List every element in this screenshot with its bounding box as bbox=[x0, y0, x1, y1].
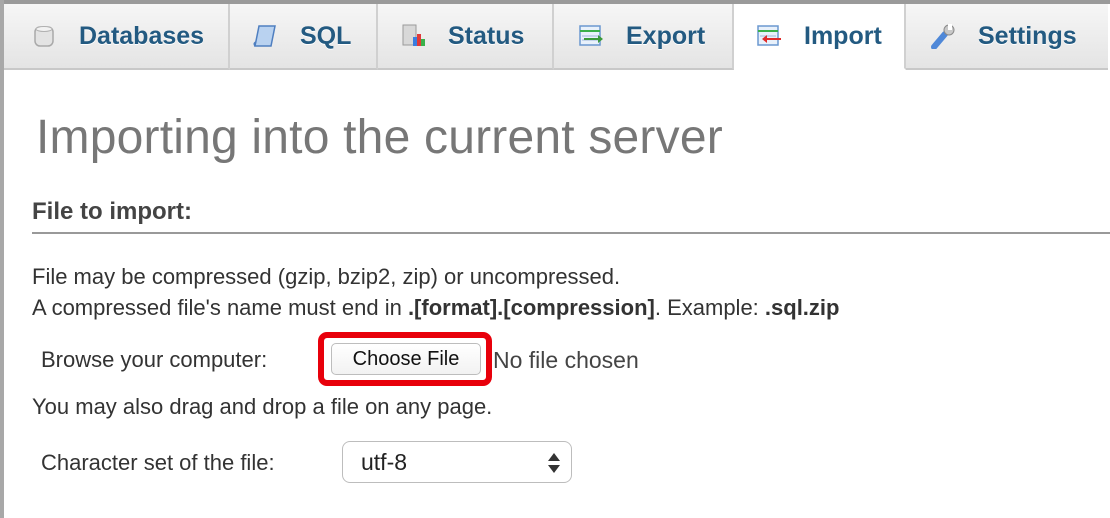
charset-select[interactable]: utf-8 bbox=[342, 441, 572, 483]
tab-sql[interactable]: SQL bbox=[230, 4, 378, 70]
format-prefix: A compressed file's name must end in bbox=[32, 295, 408, 320]
compression-format-info: A compressed file's name must end in .[f… bbox=[32, 295, 839, 321]
example-prefix: . Example: bbox=[654, 295, 765, 320]
export-icon bbox=[578, 23, 604, 49]
tab-databases[interactable]: Databases bbox=[4, 4, 230, 70]
tab-label: Status bbox=[448, 21, 525, 50]
left-border bbox=[0, 0, 4, 518]
compression-info: File may be compressed (gzip, bzip2, zip… bbox=[32, 264, 621, 289]
tab-import[interactable]: Import bbox=[734, 4, 906, 70]
format-pattern: .[format].[compression] bbox=[407, 295, 655, 320]
import-icon bbox=[756, 23, 782, 49]
browse-label: Browse your computer: bbox=[41, 347, 268, 372]
database-icon bbox=[31, 23, 57, 49]
example-value: .sql.zip bbox=[764, 295, 840, 320]
top-menu-tabs: Databases SQL Status Export Import Setti… bbox=[4, 4, 1110, 70]
tab-label: Export bbox=[626, 21, 706, 50]
tab-label: Databases bbox=[79, 21, 205, 50]
drag-drop-hint: You may also drag and drop a file on any… bbox=[32, 394, 493, 419]
tab-label: Import bbox=[804, 21, 882, 50]
file-to-import-section: File to import: bbox=[32, 198, 1110, 234]
wrench-icon bbox=[930, 23, 956, 50]
select-arrows-icon bbox=[547, 451, 561, 475]
section-legend: File to import: bbox=[32, 198, 1110, 234]
tab-status[interactable]: Status bbox=[378, 4, 554, 70]
file-status: No file chosen bbox=[493, 347, 639, 373]
sql-scroll-icon bbox=[252, 23, 278, 49]
charset-label: Character set of the file: bbox=[41, 450, 275, 475]
page-title: Importing into the current server bbox=[36, 111, 723, 164]
charset-value: utf-8 bbox=[361, 448, 408, 475]
tab-settings[interactable]: Settings bbox=[906, 4, 1108, 70]
status-chart-icon bbox=[400, 23, 426, 49]
tab-label: Settings bbox=[978, 21, 1077, 50]
tab-export[interactable]: Export bbox=[554, 4, 734, 70]
choose-file-button[interactable]: Choose File bbox=[331, 343, 481, 375]
tab-label: SQL bbox=[300, 21, 352, 50]
